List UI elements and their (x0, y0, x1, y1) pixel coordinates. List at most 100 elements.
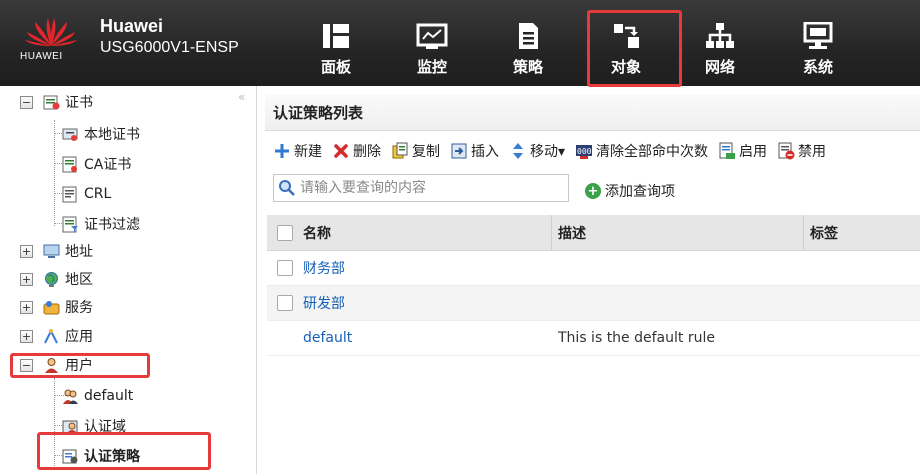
table-row[interactable]: 财务部 (267, 251, 920, 286)
insert-button[interactable]: 插入 (450, 141, 499, 161)
column-name[interactable]: 名称 (267, 215, 552, 250)
move-button[interactable]: 移动▾ (509, 141, 565, 161)
dashboard-icon (323, 24, 349, 48)
row-checkbox[interactable] (277, 295, 293, 311)
nav-network[interactable]: 网络 (690, 20, 750, 80)
tree-node-address[interactable]: + 地址 (20, 239, 93, 263)
name-cell: 财务部 (267, 251, 552, 285)
nav-label: 面板 (320, 58, 351, 76)
clear-hits-label: 清除全部命中次数 (596, 144, 709, 160)
auth-policy-highlight-box (37, 432, 211, 470)
add-query-button[interactable]: + 添加查询项 (585, 181, 675, 201)
local-certificate-icon (62, 128, 78, 141)
tree-label: 地区 (65, 272, 93, 288)
application-icon (44, 328, 58, 343)
tree-label: 证书过滤 (84, 217, 140, 233)
device-model: USG6000V1-ENSP (100, 39, 239, 56)
tree-label: CA证书 (84, 157, 132, 173)
tree-node-default-group[interactable]: default (62, 384, 133, 408)
description-cell: This is the default rule (558, 330, 715, 346)
nav-label: 网络 (704, 58, 735, 76)
table-row[interactable]: 研发部 (267, 286, 920, 321)
disable-icon (778, 142, 795, 160)
search-input[interactable] (300, 180, 550, 196)
tree-label: 服务 (65, 300, 93, 316)
nav-label: 系统 (802, 58, 833, 76)
collapse-sidebar-icon[interactable]: « (238, 90, 245, 104)
monitor-icon (416, 23, 448, 49)
delete-icon (334, 144, 348, 158)
svg-text:000: 000 (577, 147, 592, 156)
top-header: HUAWEI Huawei USG6000V1-ENSP 面板 监控 策略 对象… (0, 0, 920, 87)
disable-label: 禁用 (798, 144, 827, 160)
policy-table: 名称 描述 标签 财务部 研发部 default This is the def… (267, 215, 920, 356)
delete-button[interactable]: 删除 (332, 141, 381, 161)
policy-name-link[interactable]: 财务部 (303, 258, 345, 278)
clear-hits-button[interactable]: 000 清除全部命中次数 (575, 141, 708, 161)
disable-button[interactable]: 禁用 (777, 141, 826, 161)
tag-cell (804, 286, 920, 320)
column-tag[interactable]: 标签 (804, 215, 920, 250)
clear-hits-icon: 000 (576, 145, 593, 159)
tree-node-region[interactable]: + 地区 (20, 267, 93, 291)
tag-cell (804, 251, 920, 285)
tag-cell (804, 321, 920, 355)
nav-system[interactable]: 系统 (788, 20, 848, 80)
address-icon (43, 244, 60, 258)
enable-button[interactable]: 启用 (718, 141, 767, 161)
navigation-tree: « − 证书 本地证书 CA证书 CRL 证书过滤 + 地址 + 地区 + 服务… (0, 86, 257, 474)
description-cell (552, 286, 804, 320)
system-icon (803, 22, 833, 49)
name-cell: 研发部 (267, 286, 552, 320)
nav-monitor[interactable]: 监控 (402, 20, 462, 80)
tree-node-local-certificate[interactable]: 本地证书 (62, 122, 140, 146)
certificate-icon (43, 95, 60, 109)
add-button[interactable]: 新建 (273, 141, 322, 161)
tree-node-service[interactable]: + 服务 (20, 295, 93, 319)
policy-name-link[interactable]: default (303, 330, 352, 346)
tree-node-certificate[interactable]: − 证书 (20, 90, 93, 114)
select-all-checkbox[interactable] (277, 224, 293, 241)
nav-label: 监控 (416, 58, 447, 76)
tree-label: CRL (84, 186, 112, 202)
insert-icon (451, 143, 467, 159)
name-cell: default (267, 321, 552, 355)
description-cell (552, 251, 804, 285)
column-description-label: 描述 (558, 225, 586, 242)
policy-name-link[interactable]: 研发部 (303, 293, 345, 313)
policy-icon (519, 23, 538, 49)
expand-toggle-icon[interactable]: + (20, 300, 33, 314)
tree-node-crl[interactable]: CRL (62, 182, 111, 206)
column-description[interactable]: 描述 (552, 215, 804, 250)
logo-text: HUAWEI (20, 51, 63, 62)
add-circle-icon: + (585, 183, 601, 199)
add-label: 新建 (294, 144, 322, 160)
user-group-icon (63, 389, 78, 404)
nav-label: 策略 (512, 58, 543, 76)
table-row[interactable]: default This is the default rule (267, 321, 920, 356)
brand: Huawei USG6000V1-ENSP (100, 16, 239, 59)
expand-toggle-icon[interactable]: + (20, 329, 33, 343)
tree-node-application[interactable]: + 应用 (20, 324, 93, 348)
column-name-label: 名称 (303, 225, 331, 242)
expand-toggle-icon[interactable]: + (20, 244, 33, 258)
crl-icon (62, 186, 77, 202)
tree-node-certificate-filter[interactable]: 证书过滤 (62, 212, 140, 236)
user-node-highlight-box (10, 353, 150, 378)
table-header: 名称 描述 标签 (267, 215, 920, 251)
delete-label: 删除 (353, 144, 381, 160)
nav-dashboard[interactable]: 面板 (306, 20, 366, 80)
tree-node-ca-certificate[interactable]: CA证书 (62, 152, 131, 176)
nav-object-highlight-box (587, 10, 682, 87)
add-icon (275, 144, 289, 158)
tree-label: 地址 (65, 244, 93, 260)
region-icon (45, 271, 58, 287)
collapse-toggle-icon[interactable]: − (20, 95, 33, 109)
tree-guide (54, 120, 55, 226)
tree-label: 本地证书 (84, 127, 140, 143)
certificate-filter-icon (62, 216, 78, 232)
row-checkbox[interactable] (277, 260, 293, 276)
nav-policy[interactable]: 策略 (498, 20, 558, 80)
expand-toggle-icon[interactable]: + (20, 272, 33, 286)
copy-button[interactable]: 复制 (391, 141, 440, 161)
